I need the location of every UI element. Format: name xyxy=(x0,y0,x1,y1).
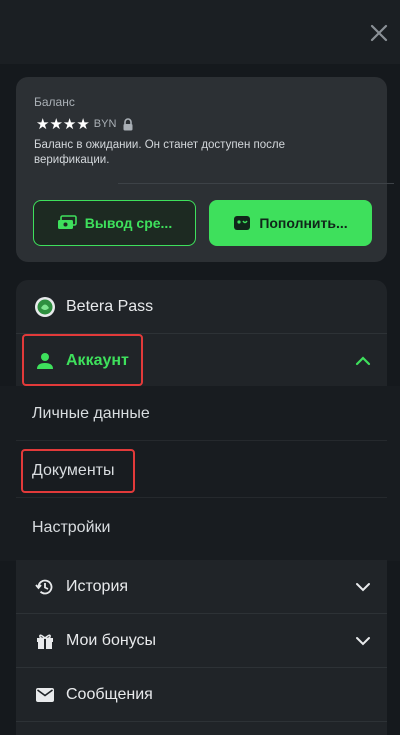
close-icon xyxy=(370,24,388,42)
balance-pending-note: Баланс в ожидании. Он станет доступен по… xyxy=(34,139,285,166)
submenu-item-settings[interactable]: Настройки xyxy=(16,500,387,555)
betera-pass-icon xyxy=(34,296,56,318)
highlight-account xyxy=(22,334,143,386)
deposit-label: Пополнить... xyxy=(259,215,348,231)
chevron-up-icon[interactable] xyxy=(355,353,371,369)
account-menu-lower: История Мои бонусы Сообщения xyxy=(16,560,387,735)
withdraw-label: Вывод сре... xyxy=(84,215,173,231)
chevron-down-icon[interactable] xyxy=(355,579,371,595)
balance-amount-row: ★★★★ BYN xyxy=(36,115,134,133)
cash-icon xyxy=(57,215,77,229)
history-icon xyxy=(34,576,56,598)
submenu-item-personal-data[interactable]: Личные данные xyxy=(16,386,387,441)
gift-icon xyxy=(34,630,56,652)
lock-icon xyxy=(122,117,134,131)
wallet-icon xyxy=(234,216,251,230)
deposit-button[interactable]: Пополнить... xyxy=(209,200,372,246)
bonuses-label: Мои бонусы xyxy=(66,632,157,649)
settings-label: Настройки xyxy=(32,518,111,536)
balance-masked-amount: ★★★★ xyxy=(36,115,90,133)
envelope-icon xyxy=(34,684,56,706)
menu-item-messages[interactable]: Сообщения xyxy=(16,668,387,722)
divider xyxy=(118,183,394,184)
betera-pass-label: Betera Pass xyxy=(66,298,154,315)
history-label: История xyxy=(66,578,129,595)
menu-item-betera-pass[interactable]: Betera Pass xyxy=(16,280,387,334)
row-separator xyxy=(16,721,387,722)
menu-item-bonuses[interactable]: Мои бонусы xyxy=(16,614,387,668)
top-bar xyxy=(0,0,400,64)
balance-card: Баланс ★★★★ BYN Баланс в ожидании. Он ст… xyxy=(16,77,394,262)
balance-currency: BYN xyxy=(93,118,117,130)
row-separator xyxy=(16,497,387,498)
row-separator xyxy=(16,440,387,441)
chevron-down-icon[interactable] xyxy=(355,633,371,649)
withdraw-button[interactable]: Вывод сре... xyxy=(33,200,196,246)
highlight-documents xyxy=(21,449,135,493)
balance-label: Баланс xyxy=(34,95,75,109)
close-button[interactable] xyxy=(368,22,390,44)
menu-item-history[interactable]: История xyxy=(16,560,387,614)
messages-label: Сообщения xyxy=(66,686,153,703)
personal-data-label: Личные данные xyxy=(32,404,150,422)
